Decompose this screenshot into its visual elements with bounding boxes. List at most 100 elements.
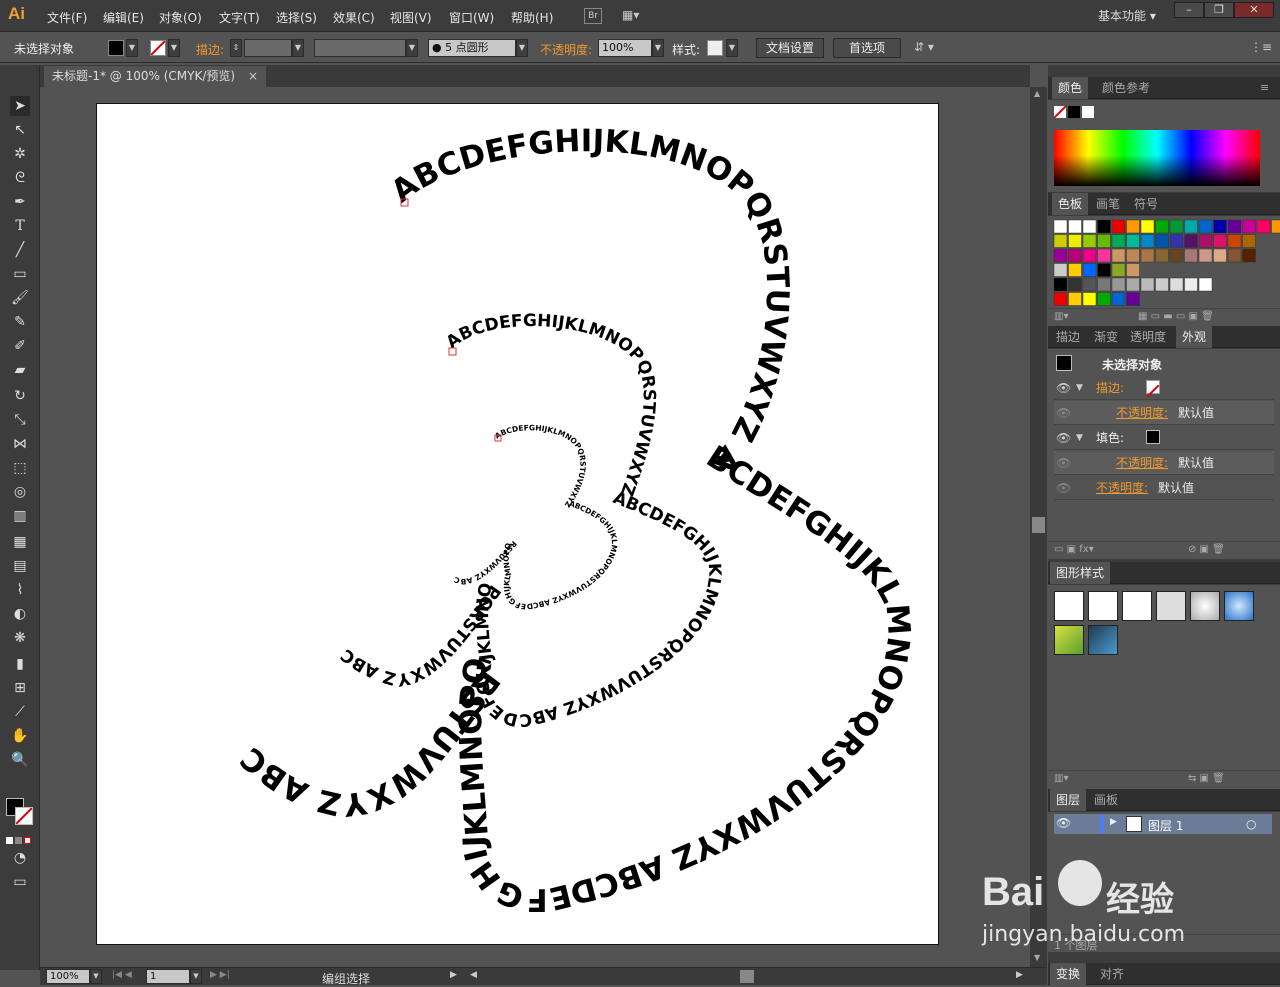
swatch-cell[interactable] [1185, 235, 1198, 248]
swatch-cell[interactable] [1170, 220, 1183, 233]
visibility-eye-icon[interactable]: 👁 [1056, 376, 1071, 400]
stroke-weight-dropdown[interactable]: ▼ [292, 39, 304, 57]
swatch-cell[interactable] [1054, 264, 1067, 277]
graphic-style-drop[interactable] [1156, 591, 1186, 621]
canvas-area[interactable]: ABCDEFGHIJKLMNOPQRSTUVWXYZ ABCDEFGHIJKLM… [40, 87, 1030, 967]
expand-triangle-icon[interactable]: ▼ [1076, 376, 1083, 400]
swatch-cell[interactable] [1054, 278, 1067, 291]
swatch-cell[interactable] [1127, 220, 1140, 233]
swatch-cell[interactable] [1112, 220, 1125, 233]
opacity-row-label[interactable]: 不透明度: [1096, 476, 1148, 500]
draw-mode-icon[interactable]: ◔ [10, 848, 30, 868]
tab-color-guide[interactable]: 颜色参考 [1096, 77, 1156, 99]
style-swatch[interactable] [707, 40, 723, 56]
shape-builder-tool-icon[interactable]: ◎ [10, 482, 30, 502]
close-tab-icon[interactable]: × [248, 66, 258, 86]
opacity-row-label[interactable]: 不透明度: [1116, 401, 1168, 425]
menu-select[interactable]: 选择(S) [276, 9, 317, 26]
stroke-label[interactable]: 描边: [196, 41, 224, 58]
align-options-icon[interactable]: ⇵ ▾ [914, 40, 934, 54]
swatch-cell[interactable] [1170, 278, 1183, 291]
swatch-cell[interactable] [1054, 220, 1067, 233]
swatch-cell[interactable] [1199, 278, 1212, 291]
opacity-input[interactable]: 100% [598, 39, 652, 57]
swatch-cell[interactable] [1054, 249, 1067, 262]
swatch-cell[interactable] [1083, 235, 1096, 248]
stroke-none-swatch[interactable] [1146, 380, 1160, 394]
stroke-row-label[interactable]: 描边: [1096, 376, 1124, 400]
swatch-cell[interactable] [1199, 220, 1212, 233]
scroll-right-icon[interactable]: ▶ [1016, 970, 1023, 980]
symbol-sprayer-tool-icon[interactable]: ❋ [10, 628, 30, 648]
mesh-tool-icon[interactable]: ▦ [10, 532, 30, 552]
menu-help[interactable]: 帮助(H) [511, 9, 553, 26]
tab-color[interactable]: 颜色 [1052, 77, 1088, 99]
style-library-icon[interactable]: ▥▾ [1054, 773, 1068, 784]
graphic-style-basic[interactable] [1088, 591, 1118, 621]
menu-view[interactable]: 视图(V) [390, 9, 432, 26]
layer-row[interactable]: 👁 ▶ 图层 1 ○ [1054, 814, 1272, 834]
graphic-style-blue[interactable] [1224, 591, 1254, 621]
black-color-icon[interactable] [1068, 106, 1080, 118]
free-transform-tool-icon[interactable]: ⬚ [10, 458, 30, 478]
column-graph-tool-icon[interactable]: ▮ [10, 654, 30, 674]
selection-tool-icon[interactable]: ➤ [10, 96, 30, 116]
tab-align[interactable]: 对齐 [1094, 963, 1130, 985]
swatch-cell[interactable] [1141, 235, 1154, 248]
visibility-eye-icon[interactable]: 👁 [1056, 816, 1071, 830]
swatch-cell[interactable] [1098, 235, 1111, 248]
visibility-eye-icon[interactable]: 👁 [1056, 401, 1071, 425]
swatch-cell[interactable] [1185, 249, 1198, 262]
target-icon[interactable]: ○ [1246, 817, 1256, 831]
swatch-cell[interactable] [1141, 278, 1154, 291]
swatch-cell[interactable] [1112, 278, 1125, 291]
outer-path-text[interactable]: ABCDEFGHIJKLMNOPQRSTUVWXYZ ABCDEFGHIJKLM… [234, 123, 917, 917]
fill-black-swatch[interactable] [1146, 430, 1160, 444]
swatch-cell[interactable] [1185, 220, 1198, 233]
swatch-cell[interactable] [1243, 235, 1256, 248]
layer-name[interactable]: 图层 1 [1148, 817, 1183, 834]
swatch-cell[interactable] [1214, 235, 1227, 248]
document-tab[interactable]: 未标题-1* @ 100% (CMYK/预览) × [44, 66, 266, 87]
swatch-cell[interactable] [1170, 235, 1183, 248]
swatch-cell[interactable] [1083, 264, 1096, 277]
swatch-cell[interactable] [1112, 293, 1125, 306]
document-setup-button[interactable]: 文档设置 [756, 38, 824, 58]
status-menu-icon[interactable]: ▶ [450, 970, 457, 980]
color-mode-icons[interactable] [6, 833, 34, 841]
swatch-cell[interactable] [1156, 220, 1169, 233]
swatch-options-icons[interactable]: ▦ ▭ ▬ ▭ ▣ 🗑 [1138, 311, 1214, 322]
graphic-style-gray[interactable] [1190, 591, 1220, 621]
tab-gradient[interactable]: 渐变 [1088, 326, 1124, 348]
minimize-button[interactable]: – [1174, 2, 1204, 18]
horizontal-scroll-thumb[interactable] [740, 970, 754, 983]
direct-selection-tool-icon[interactable]: ↖ [10, 120, 30, 140]
swatch-cell[interactable] [1054, 235, 1067, 248]
swatch-cell[interactable] [1141, 249, 1154, 262]
swatch-cell[interactable] [1069, 249, 1082, 262]
tab-swatches[interactable]: 色板 [1052, 193, 1088, 215]
eraser-tool-icon[interactable]: ▰ [10, 360, 30, 380]
swatch-cell[interactable] [1243, 249, 1256, 262]
swatch-cell[interactable] [1069, 264, 1082, 277]
panel-menu-icon[interactable]: ⋮≡ [1250, 40, 1272, 54]
swatch-cell[interactable] [1127, 264, 1140, 277]
graphic-style-green[interactable] [1054, 625, 1084, 655]
swatch-cell[interactable] [1127, 249, 1140, 262]
swatch-cell[interactable] [1098, 264, 1111, 277]
menu-window[interactable]: 窗口(W) [449, 9, 494, 26]
text-on-path-artwork[interactable]: ABCDEFGHIJKLMNOPQRSTUVWXYZ ABCDEFGHIJKLM… [97, 104, 940, 946]
stroke-dropdown[interactable]: ▼ [168, 39, 180, 57]
graphic-style-dark-blue[interactable] [1088, 625, 1118, 655]
swatch-cell[interactable] [1112, 264, 1125, 277]
appearance-fill-opacity-row[interactable]: 👁 不透明度: 默认值 [1054, 451, 1274, 475]
first-artboard-icon[interactable]: |◀ ◀ [112, 970, 132, 980]
zoom-tool-icon[interactable]: 🔍 [10, 750, 30, 770]
swatch-cell[interactable] [1243, 220, 1256, 233]
stroke-weight-input[interactable] [244, 39, 292, 57]
type-tool-icon[interactable]: T [10, 216, 30, 236]
tab-stroke[interactable]: 描边 [1050, 326, 1086, 348]
swatch-cell[interactable] [1054, 293, 1067, 306]
swatch-cell[interactable] [1214, 249, 1227, 262]
appearance-object-opacity-row[interactable]: 👁 不透明度: 默认值 [1054, 476, 1274, 500]
